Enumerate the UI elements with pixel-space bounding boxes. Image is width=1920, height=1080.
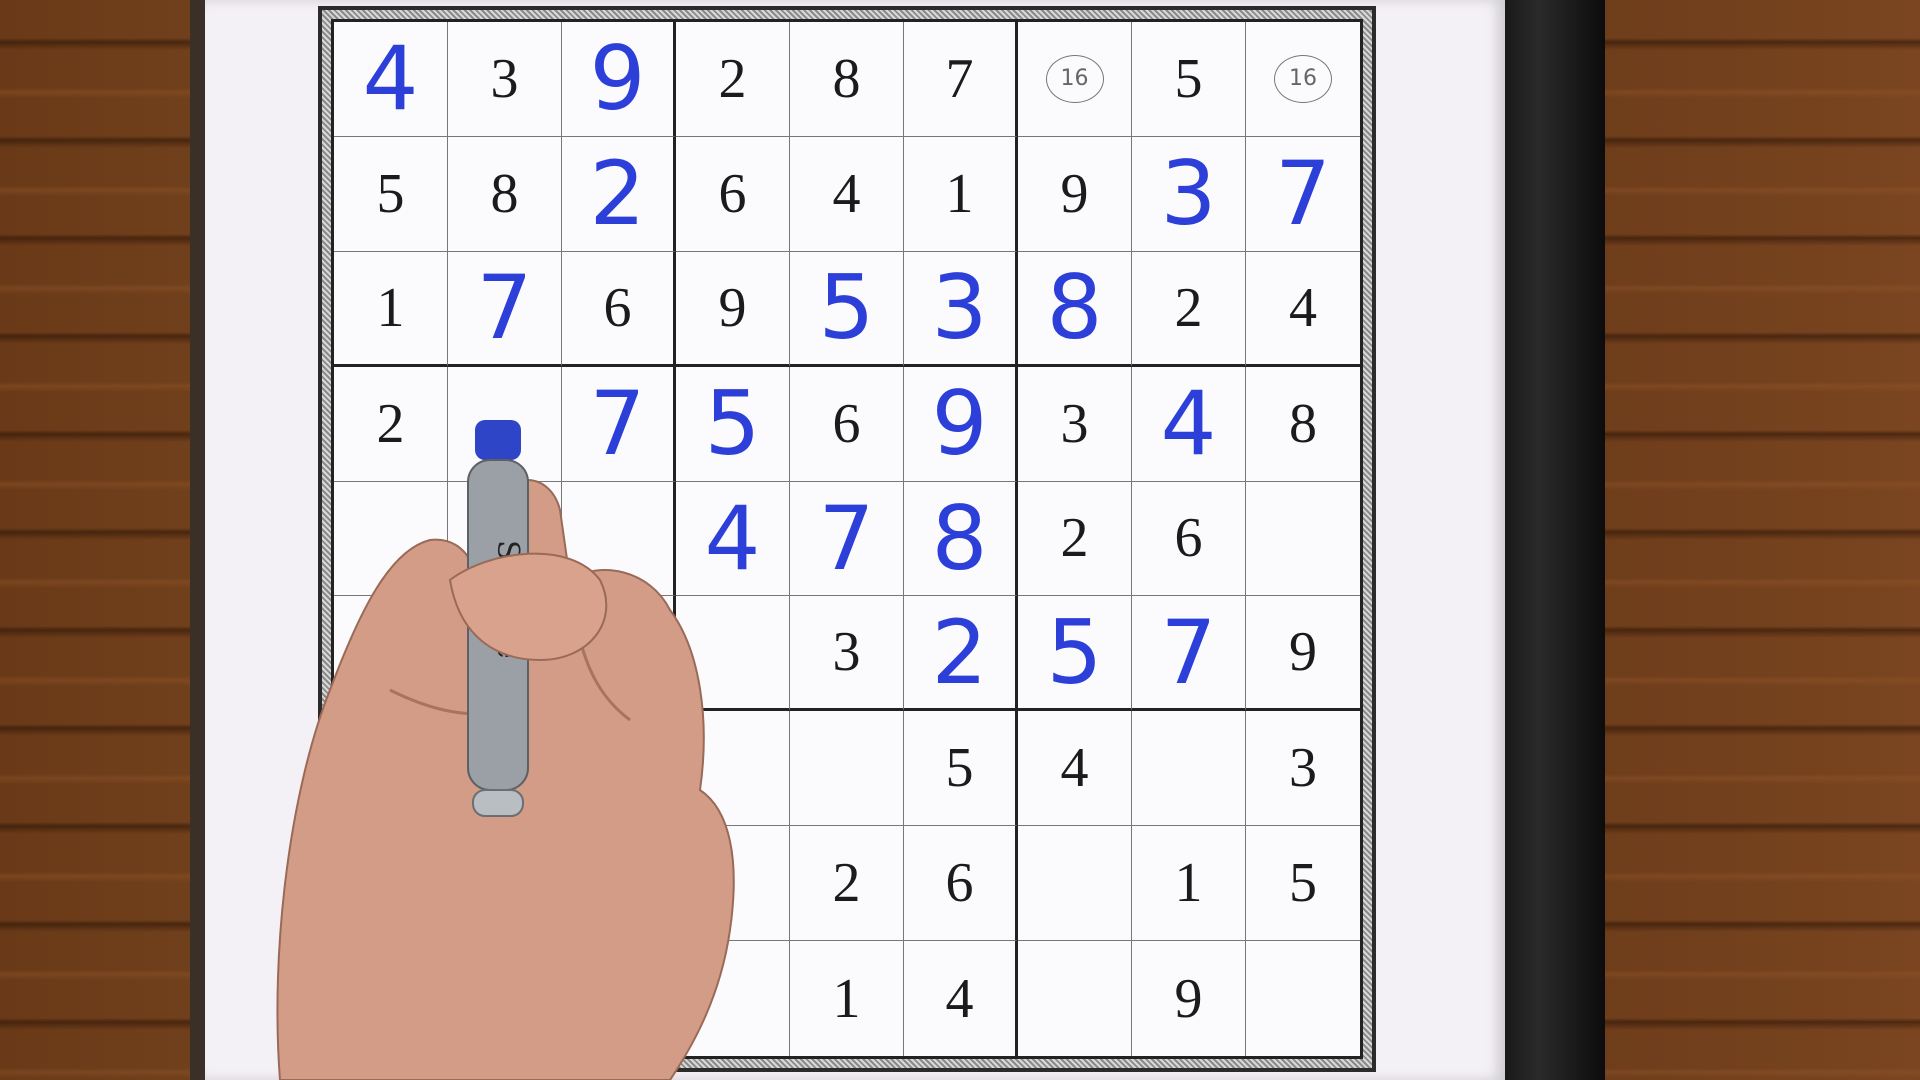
sudoku-cell: 6 bbox=[676, 136, 790, 252]
sudoku-cell bbox=[562, 481, 676, 597]
sudoku-cell: 7 bbox=[1132, 596, 1246, 712]
sudoku-cell: 5 bbox=[1018, 596, 1132, 712]
sudoku-cell bbox=[676, 711, 790, 827]
sudoku-cell: 8 bbox=[1018, 251, 1132, 367]
sudoku-cell: 7 bbox=[1246, 137, 1360, 252]
sudoku-cell: 2 bbox=[334, 366, 448, 482]
sudoku-cell: 3 bbox=[1132, 136, 1246, 252]
pencil-note-circle: 16 bbox=[1045, 54, 1104, 103]
sudoku-cell: 4 bbox=[790, 136, 904, 252]
sudoku-cell: 7 bbox=[790, 481, 904, 597]
sudoku-cell: 3 bbox=[1246, 711, 1360, 827]
sudoku-cell: 2 bbox=[676, 22, 790, 137]
sudoku-cell: 5 bbox=[790, 251, 904, 367]
sudoku-cell: 1 bbox=[904, 136, 1018, 252]
sudoku-cell bbox=[448, 711, 562, 827]
clipboard-clip bbox=[1495, 0, 1605, 1080]
sudoku-cell: 8 bbox=[1246, 367, 1360, 482]
sudoku-cell: 3 bbox=[904, 251, 1018, 367]
sudoku-cell bbox=[448, 481, 562, 597]
sudoku-cell: 9 bbox=[1018, 136, 1132, 252]
sudoku-cell bbox=[448, 941, 562, 1056]
pencil-note-circle: 16 bbox=[1274, 54, 1332, 103]
sudoku-cell: 16 bbox=[1246, 22, 1360, 137]
sudoku-cell: 2 bbox=[1132, 251, 1246, 367]
sudoku-cell: 4 bbox=[1132, 366, 1246, 482]
sudoku-cell: 9 bbox=[562, 22, 676, 137]
sudoku-cell bbox=[448, 826, 562, 942]
sudoku-cell: 5 bbox=[334, 136, 448, 252]
sudoku-cell: 2 bbox=[1018, 481, 1132, 597]
sudoku-cell: 9 bbox=[1132, 941, 1246, 1056]
sudoku-cell bbox=[676, 596, 790, 712]
sudoku-grid: 4 3 9 2 8 7 16 5 16 5 8 2 6 4 1 9 3 7 1 7 6 9 5 3 8 2 4 2 7 5 6 9 3 4 8 4 7 8… bbox=[331, 19, 1363, 1059]
sudoku-cell: 3 bbox=[1018, 366, 1132, 482]
sudoku-cell: 1 bbox=[1132, 826, 1246, 942]
sudoku-cell bbox=[676, 826, 790, 942]
sudoku-cell: 1 bbox=[790, 941, 904, 1056]
sudoku-cell bbox=[334, 596, 448, 712]
sudoku-cell: 9 bbox=[904, 366, 1018, 482]
sudoku-cell: 4 bbox=[334, 22, 448, 137]
sudoku-cell: 8 bbox=[790, 22, 904, 137]
sudoku-cell bbox=[562, 711, 676, 827]
sudoku-cell: 9 bbox=[676, 251, 790, 367]
sudoku-cell bbox=[1132, 711, 1246, 827]
sudoku-cell bbox=[1246, 941, 1360, 1056]
sudoku-cell: 3 bbox=[448, 22, 562, 137]
sudoku-cell bbox=[448, 366, 562, 482]
sudoku-cell: 5 bbox=[904, 711, 1018, 827]
sudoku-cell bbox=[334, 826, 448, 942]
sudoku-cell: 5 bbox=[1246, 826, 1360, 942]
sudoku-cell: 5 bbox=[676, 366, 790, 482]
sudoku-cell: 16 bbox=[1018, 22, 1132, 137]
sudoku-cell: 4 bbox=[676, 481, 790, 597]
sudoku-cell bbox=[562, 826, 676, 942]
sudoku-cell bbox=[676, 941, 790, 1056]
sudoku-cell: 4 bbox=[904, 941, 1018, 1056]
sudoku-cell: 7 bbox=[904, 22, 1018, 137]
sudoku-cell: 6 bbox=[562, 251, 676, 367]
sudoku-cell: 1 bbox=[334, 251, 448, 367]
sudoku-cell: 6 bbox=[1132, 481, 1246, 597]
sudoku-cell: 2 bbox=[562, 136, 676, 252]
sudoku-cell: 8 bbox=[904, 481, 1018, 597]
sudoku-cell: 7 bbox=[562, 366, 676, 482]
sudoku-cell: 7 bbox=[448, 251, 562, 367]
sudoku-cell bbox=[334, 711, 448, 827]
sudoku-cell: 4 bbox=[1018, 711, 1132, 827]
sudoku-cell bbox=[1246, 482, 1360, 597]
sudoku-cell: 6 bbox=[790, 366, 904, 482]
sudoku-cell bbox=[1018, 941, 1132, 1056]
sudoku-cell bbox=[1018, 826, 1132, 942]
sudoku-cell: 6 bbox=[904, 826, 1018, 942]
sudoku-cell: 2 bbox=[790, 826, 904, 942]
sudoku-cell: 3 bbox=[790, 596, 904, 712]
sudoku-cell bbox=[448, 596, 562, 712]
sudoku-cell: 4 bbox=[1246, 252, 1360, 367]
sudoku-cell bbox=[334, 481, 448, 597]
sudoku-cell: 2 bbox=[904, 596, 1018, 712]
sudoku-cell bbox=[562, 941, 676, 1056]
sudoku-frame: 4 3 9 2 8 7 16 5 16 5 8 2 6 4 1 9 3 7 1 7 6 9 5 3 8 2 4 2 7 5 6 9 3 4 8 4 7 8… bbox=[318, 6, 1376, 1072]
sudoku-cell bbox=[790, 711, 904, 827]
sudoku-cell bbox=[562, 596, 676, 712]
sudoku-cell bbox=[334, 941, 448, 1056]
sudoku-cell: 8 bbox=[448, 136, 562, 252]
sudoku-cell: 5 bbox=[1132, 22, 1246, 137]
sudoku-cell: 9 bbox=[1246, 596, 1360, 712]
